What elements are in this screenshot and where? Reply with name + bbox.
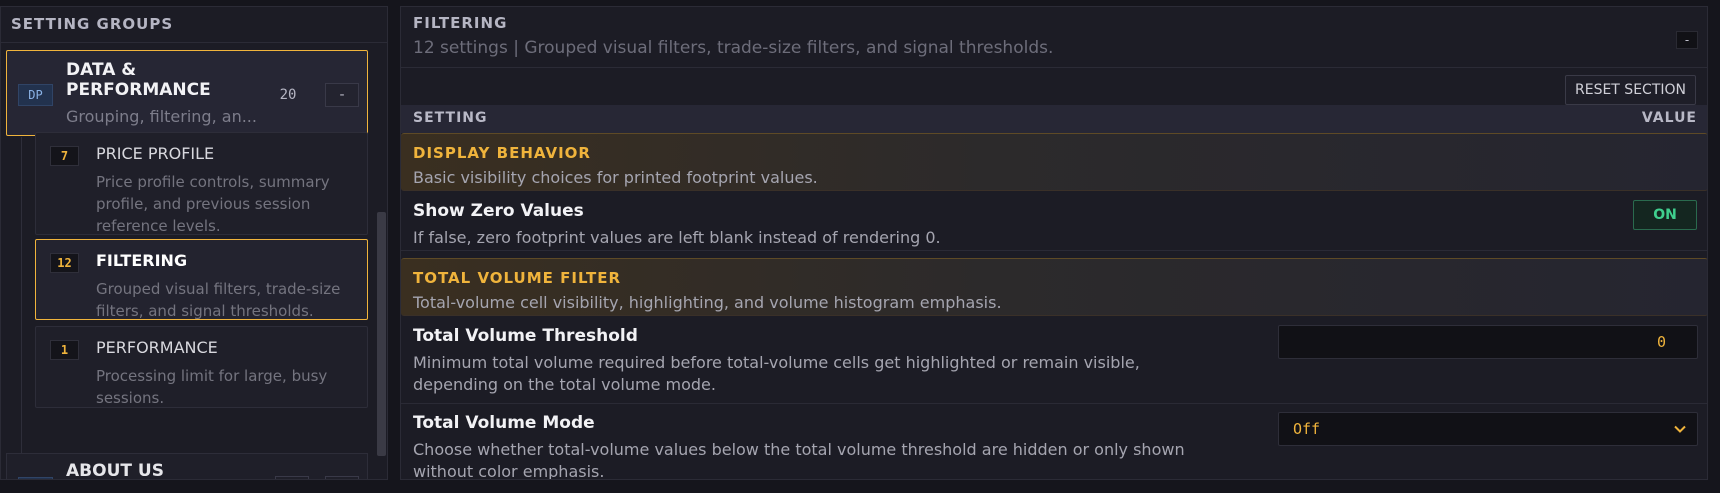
sidebar-item-performance[interactable]: 1 PERFORMANCE Processing limit for large… — [35, 326, 368, 408]
item-count-badge: 1 — [50, 340, 79, 360]
sidebar-item-label: FILTERING — [96, 251, 188, 270]
chevron-down-icon — [1674, 425, 1686, 433]
group-badge: DP — [18, 84, 53, 106]
sidebar-item-description: Price profile controls, summary profile,… — [96, 173, 330, 235]
group-count — [275, 476, 309, 479]
category-title: TOTAL VOLUME FILTER — [413, 269, 622, 287]
group-title: ABOUT US — [66, 461, 164, 480]
section-title: FILTERING — [413, 14, 508, 32]
select-value: Off — [1293, 420, 1321, 438]
sidebar-item-filtering[interactable]: 12 FILTERING Grouped visual filters, tra… — [35, 239, 368, 320]
reset-section-button[interactable]: RESET SECTION — [1565, 75, 1696, 105]
section-summary: 12 settings | Grouped visual filters, tr… — [413, 38, 1054, 58]
sidebar-item-label: PERFORMANCE — [96, 338, 218, 357]
divider — [401, 67, 1707, 68]
group-title: DATA & PERFORMANCE — [66, 60, 211, 100]
column-header: SETTING VALUE — [401, 105, 1707, 133]
sidebar-item-price-profile[interactable]: 7 PRICE PROFILE Price profile controls, … — [35, 132, 368, 235]
section-collapse-button[interactable]: - — [1676, 31, 1698, 49]
category-title: DISPLAY BEHAVIOR — [413, 144, 591, 162]
sidebar-item-label: PRICE PROFILE — [96, 144, 215, 163]
setting-description: Choose whether total-volume values below… — [413, 440, 1185, 480]
setting-row-show-zero-values: Show Zero Values If false, zero footprin… — [401, 193, 1707, 251]
tree-line — [21, 137, 22, 457]
group-count: 20 — [279, 87, 297, 103]
setting-groups-panel: SETTING GROUPS DP DATA & PERFORMANCE Gro… — [0, 6, 388, 480]
item-count-badge: 12 — [50, 253, 79, 273]
setting-title: Total Volume Threshold — [413, 326, 638, 346]
total-volume-threshold-input[interactable]: 0 — [1278, 325, 1698, 359]
group-description: Grouping, filtering, an... — [66, 107, 257, 126]
group-badge — [18, 477, 53, 479]
group-collapse-button[interactable]: - — [325, 83, 359, 107]
column-header-value: VALUE — [1641, 110, 1697, 126]
section-panel: FILTERING 12 settings | Grouped visual f… — [400, 6, 1708, 480]
sidebar-item-description: Processing limit for large, busy session… — [96, 367, 328, 407]
setting-title: Total Volume Mode — [413, 413, 595, 433]
sidebar-item-description: Grouped visual filters, trade-size filte… — [96, 280, 341, 320]
group-data-performance[interactable]: DP DATA & PERFORMANCE Grouping, filterin… — [6, 50, 368, 136]
setting-row-total-volume-threshold: Total Volume Threshold Minimum total vol… — [401, 318, 1707, 404]
setting-description: Minimum total volume required before tot… — [413, 353, 1140, 394]
show-zero-values-toggle[interactable]: ON — [1633, 200, 1697, 230]
group-collapse-button[interactable] — [325, 476, 359, 479]
category-display-behavior: DISPLAY BEHAVIOR Basic visibility choice… — [401, 133, 1707, 191]
item-count-badge: 7 — [50, 146, 79, 166]
column-header-setting: SETTING — [413, 110, 488, 126]
setting-title: Show Zero Values — [413, 201, 584, 221]
sidebar-scrollbar-thumb[interactable] — [377, 212, 386, 456]
setting-groups-header: SETTING GROUPS — [1, 7, 387, 43]
category-total-volume-filter: TOTAL VOLUME FILTER Total-volume cell vi… — [401, 258, 1707, 316]
total-volume-mode-select[interactable]: Off — [1278, 412, 1698, 446]
setting-row-total-volume-mode: Total Volume Mode Choose whether total-v… — [401, 405, 1707, 480]
category-description: Total-volume cell visibility, highlighti… — [413, 293, 1002, 312]
category-description: Basic visibility choices for printed foo… — [413, 168, 818, 187]
setting-description: If false, zero footprint values are left… — [413, 228, 941, 247]
group-about-us[interactable]: ABOUT US — [6, 453, 368, 480]
